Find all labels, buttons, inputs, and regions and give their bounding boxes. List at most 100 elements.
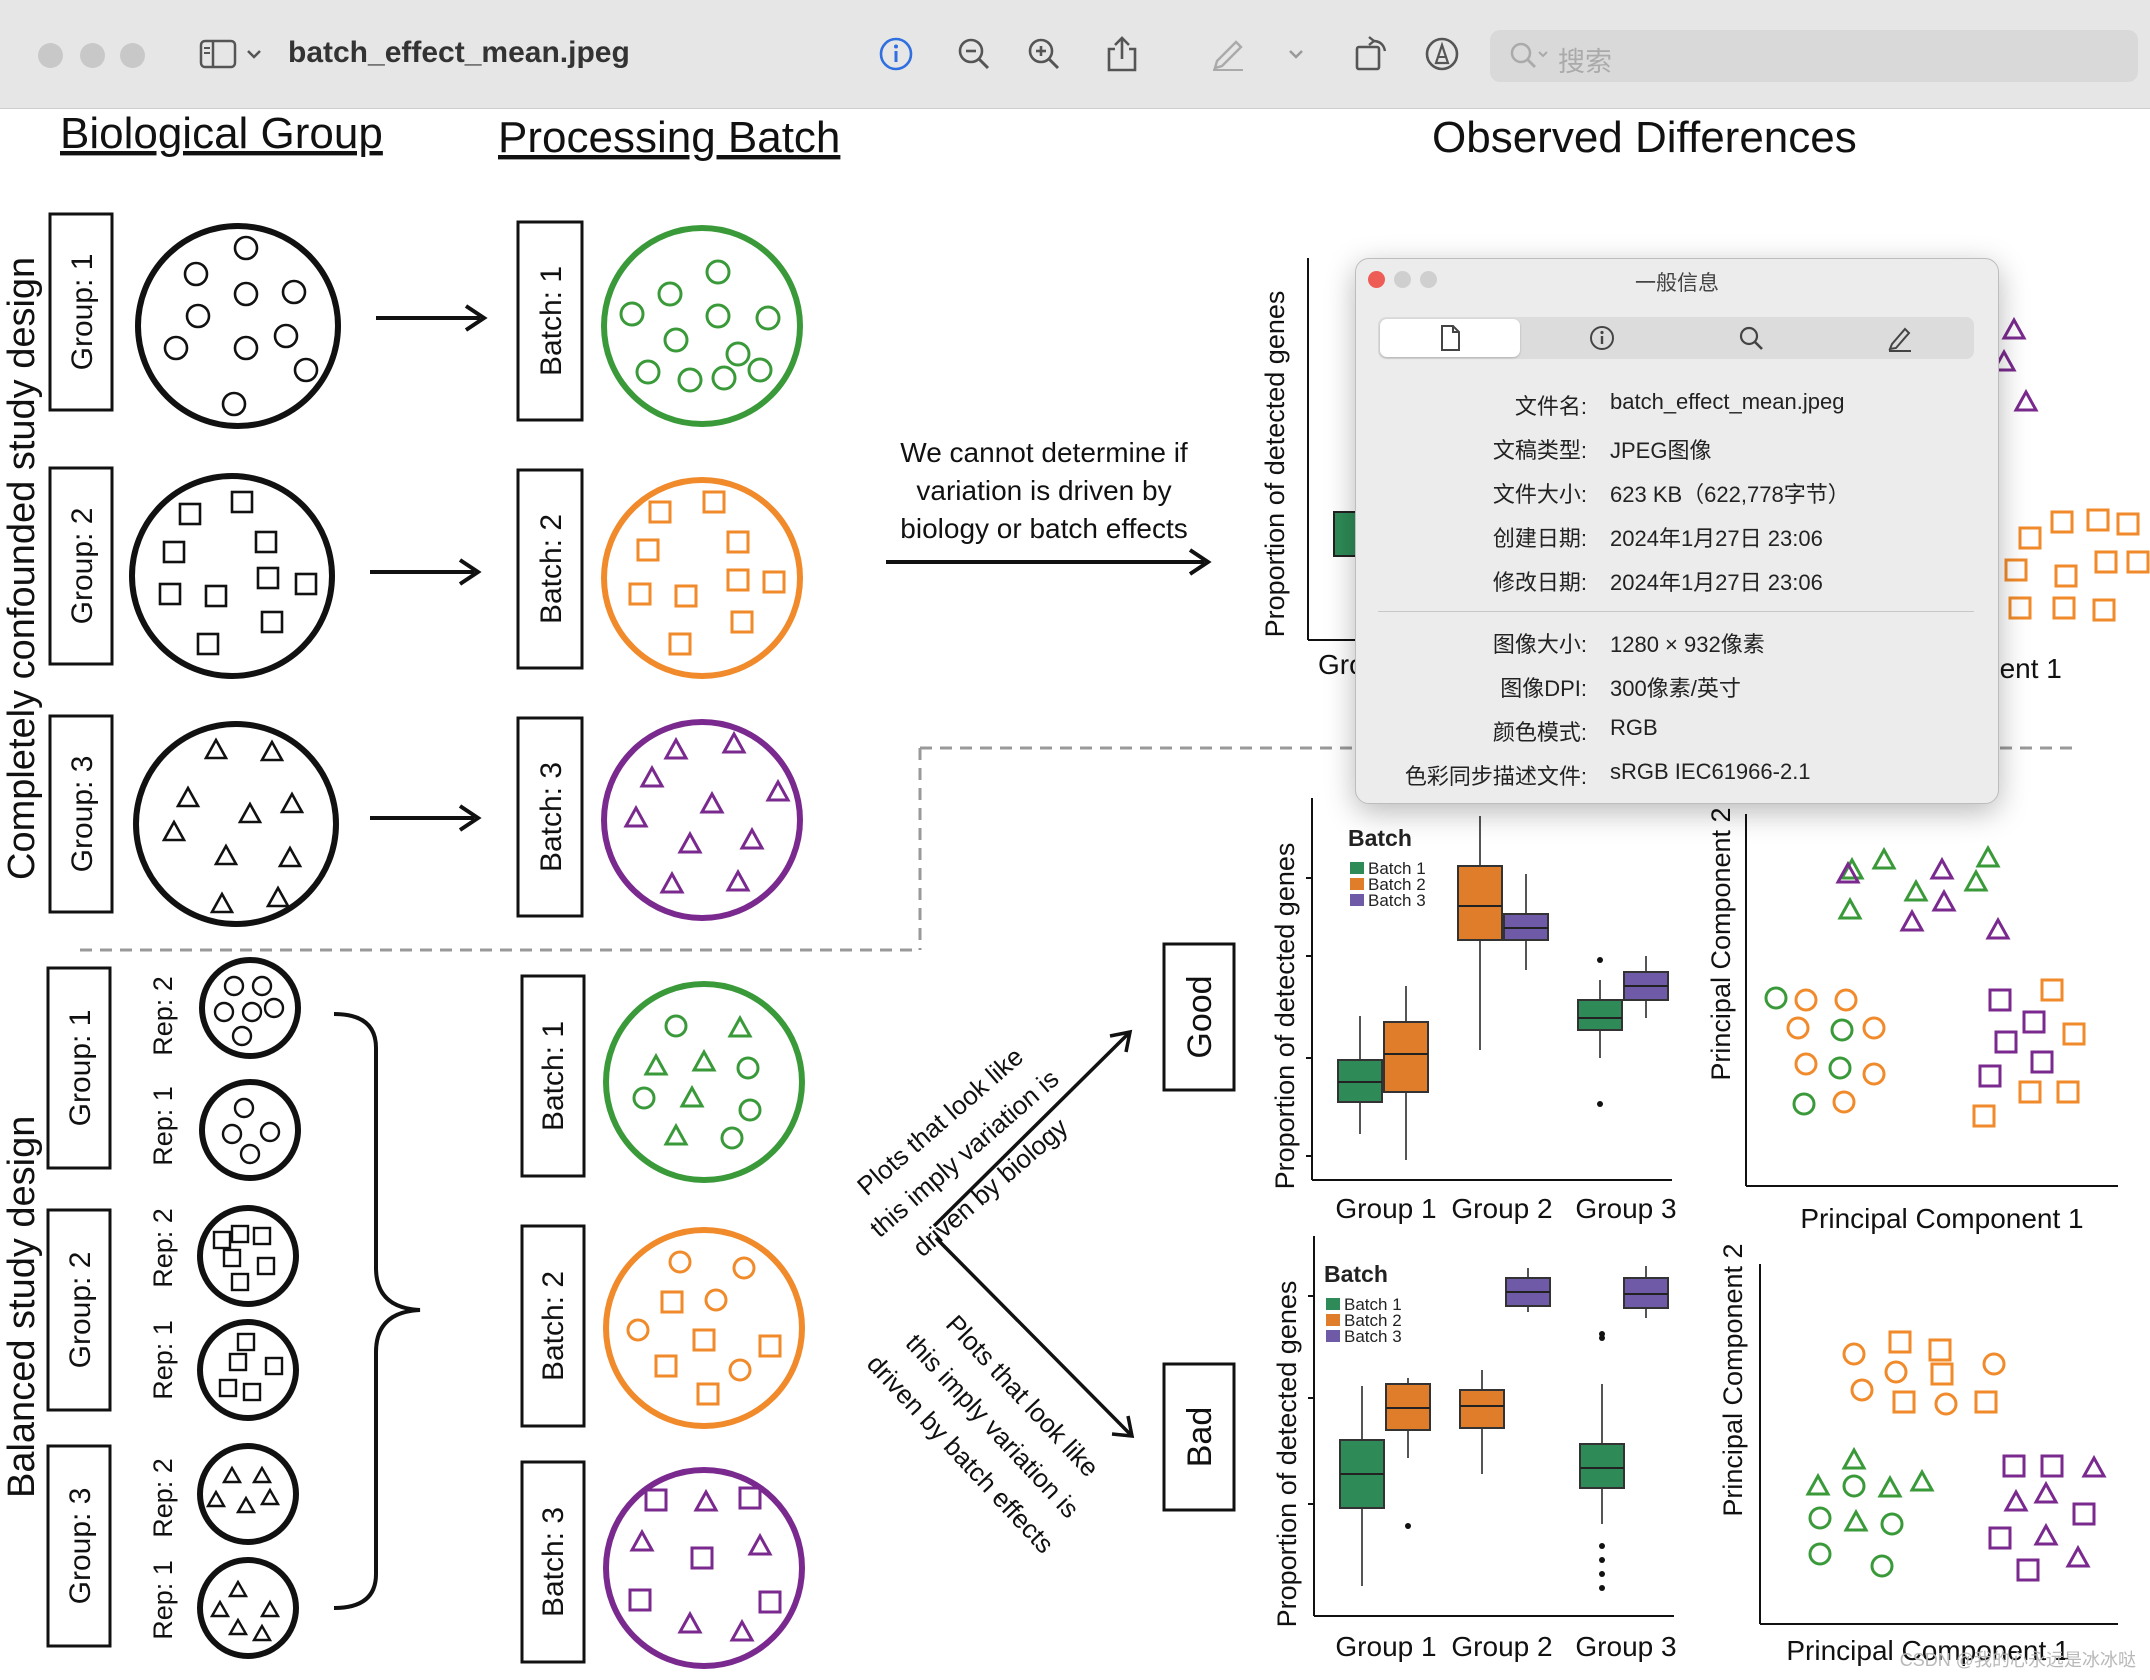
side-label-confounded: Completely confounded study design [1,257,43,880]
header-processing-batch: Processing Batch [498,113,840,162]
panel-tab-bar [1378,317,1974,359]
tab-info-icon[interactable] [1527,317,1676,359]
zoom-in-icon[interactable] [1022,34,1066,74]
good-x-label-g2: Group 2 [1451,1193,1552,1224]
bad-box-g2-b2 [1459,1389,1505,1429]
good-label: Good [1181,975,1219,1058]
bal-batch-circle-3-contents [628,1486,782,1642]
bal-batch-label-3: Batch: 3 [537,1507,570,1617]
info-icon[interactable] [874,34,918,74]
rep-label-g3-r2: Rep: 2 [148,1458,178,1538]
rep-label-g1-r1: Rep: 1 [148,1086,178,1166]
toolbar: batch_effect_mean.jpeg 搜索 [0,0,2150,109]
group-box-2: Group: 2 [48,466,114,666]
bal-batch-box-1: Batch: 1 [520,974,586,1178]
watermark: CSDN @我的心永远是冰冰哒 [1899,1650,2136,1670]
zoom-button[interactable] [120,43,145,68]
bio-circle-1-dots [163,235,319,417]
close-button[interactable] [38,43,63,68]
bal-batch-circle-1 [603,981,805,1183]
search-field[interactable]: 搜索 [1490,30,2138,82]
zoom-out-icon[interactable] [952,34,996,74]
brace [333,1012,421,1610]
tab-search-icon[interactable] [1676,317,1825,359]
good-pca-x-label: Principal Component 1 [1800,1203,2083,1234]
good-x-label-g3: Group 3 [1575,1193,1676,1224]
info-row-kind: 文稿类型: JPEG图像 [1492,438,1712,463]
top-pca-fragment [1991,316,2150,622]
group-label-2: Group: 2 [66,508,99,625]
bad-x-label-g2: Group 2 [1451,1631,1552,1662]
group-box-3: Group: 3 [48,714,114,914]
bal-group-box-1: Group: 1 [46,966,112,1170]
bal-batch-circle-2-contents [626,1250,782,1406]
sidebar-icon[interactable] [196,34,240,74]
bal-batch-box-2: Batch: 2 [520,1224,586,1428]
good-box-g3-b1 [1577,999,1623,1031]
note-line-3: biology or batch effects [900,513,1187,544]
good-boxplot: Proportion of detected genes Batch Batch… [1270,798,1677,1224]
bad-boxplot: Proportion of detected genes Batch Batch… [1272,1236,1677,1662]
info-row-modified: 修改日期: 2024年1月27日 23:06 [1492,570,1823,595]
rep-label-g2-r1: Rep: 1 [148,1320,178,1400]
note-arrow [886,548,1212,576]
info-panel[interactable]: 一般信息 文件名: batch_effect_mean.jpeg 文稿类型: J… [1355,258,1999,804]
header-biological-group: Biological Group [60,109,383,158]
arrow-group2-batch2 [370,558,482,586]
share-icon[interactable] [1100,34,1144,74]
batch-circle-2-squares [628,490,786,656]
tab-pencil-icon[interactable] [1825,317,1974,359]
rep-label-g3-r1: Rep: 1 [148,1560,178,1640]
good-box-g1-b2 [1383,1021,1429,1093]
bad-box: Bad [1162,1362,1236,1512]
info-separator [1378,611,1974,612]
rotate-icon[interactable] [1350,34,1394,74]
bal-batch-circle-1-contents [632,1014,762,1150]
batch-label-1: Batch: 1 [535,266,568,376]
batch-box-2: Batch: 2 [516,468,584,670]
bad-pca-y-label: Principal Component 2 [1718,1243,1748,1516]
note-line-2: variation is driven by [916,475,1171,506]
bad-legend-batch3: Batch 3 [1344,1327,1402,1346]
bal-group-label-3: Group: 3 [64,1488,97,1605]
good-box-g2-b2 [1457,865,1503,941]
bad-legend-title: Batch [1324,1261,1388,1287]
info-row-size: 文件大小: 623 KB（622,778字节） [1492,482,1850,507]
batch-circle-2 [601,477,803,679]
bio-circle-3-triangles [161,737,305,914]
bal-group-box-3: Group: 3 [46,1444,112,1648]
image-canvas: Biological Group Processing Batch Observ… [0,108,2150,1680]
markup-pen-icon[interactable] [1206,34,1250,74]
good-x-label-g1: Group 1 [1335,1193,1436,1224]
good-legend-title: Batch [1348,825,1412,851]
bal-group-label-2: Group: 2 [64,1252,97,1369]
bio-circle-3 [133,721,339,927]
annotate-icon[interactable] [1420,34,1464,74]
chevron-down-icon[interactable] [1286,34,1306,74]
group-box-1: Group: 1 [48,212,114,412]
tab-document-icon[interactable] [1380,319,1520,357]
bad-x-label-g1: Group 1 [1335,1631,1436,1662]
bal-batch-circle-2 [603,1227,805,1429]
arrow-group3-batch3 [370,804,482,832]
good-legend-batch3: Batch 3 [1368,891,1426,910]
bal-batch-box-3: Batch: 3 [520,1460,586,1664]
minimize-button[interactable] [80,43,105,68]
bal-group-box-2: Group: 2 [46,1208,112,1412]
rep-label-g1-r2: Rep: 2 [148,976,178,1056]
bad-pca: Principal Component 2 Principal Componen… [1718,1243,2118,1666]
bad-y-axis-label: Proportion of detected genes [1272,1281,1302,1628]
arrow-group1-batch1 [376,304,488,332]
good-y-axis-label: Proportion of detected genes [1270,843,1300,1190]
search-placeholder: 搜索 [1558,47,1612,77]
header-observed-differences: Observed Differences [1432,113,1857,162]
batch-box-3: Batch: 3 [516,716,584,918]
bad-label: Bad [1181,1407,1219,1468]
side-label-balanced: Balanced study design [1,1116,43,1498]
rep-label-g2-r2: Rep: 2 [148,1208,178,1288]
chevron-down-icon[interactable] [244,34,264,74]
good-box: Good [1162,942,1236,1092]
info-row-dpi: 图像DPI: 300像素/英寸 [1500,676,1741,701]
info-row-created: 创建日期: 2024年1月27日 23:06 [1492,526,1823,551]
top-box-fragment [1333,511,1357,557]
